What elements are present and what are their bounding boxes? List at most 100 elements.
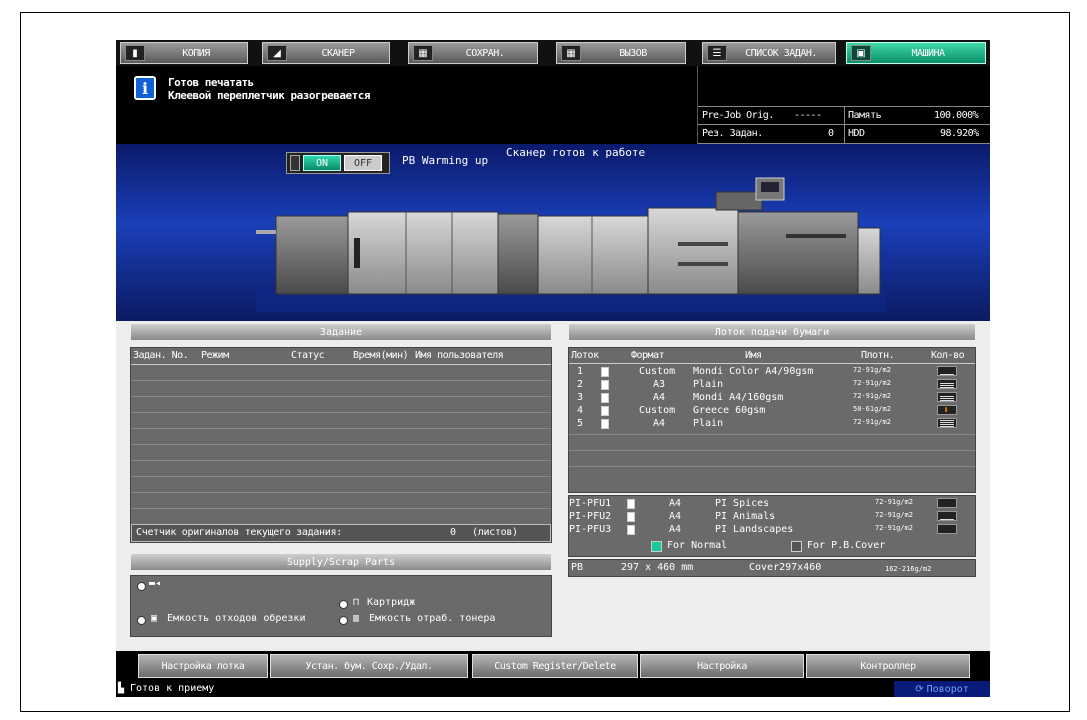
paper-register-button[interactable]: Устан. бум. Сохр./Удал. (270, 654, 468, 678)
recall-icon: ▦ (561, 45, 581, 61)
status-message-1: Готов печатать (168, 76, 254, 89)
tray-list[interactable]: Лоток Формат Имя Плотн. Кол-во 1 Custom … (568, 347, 976, 493)
tab-label: МАШИНА (911, 47, 945, 59)
tray-header-name: Имя (745, 350, 762, 361)
toner-waste-icon: ▥ (353, 613, 360, 624)
job-header-mode: Режим (201, 350, 229, 361)
status-message-2: Клеевой переплетчик разогревается (168, 89, 371, 102)
save-icon: ▦ (413, 45, 433, 61)
paper-icon (601, 380, 609, 390)
pi-units[interactable]: PI-PFU1 A4 PI Spices 72-91g/m2 PI-PFU2 A… (568, 495, 976, 557)
tab-label: КОПИЯ (182, 47, 210, 59)
paper-empty-icon: ⬇ (937, 405, 957, 416)
settings-button[interactable]: Настройка (640, 654, 804, 678)
status-dot (137, 616, 146, 625)
printer-status-icon: ▙ (118, 683, 125, 694)
pb-warmup-toggle: ON OFF (286, 152, 390, 174)
off-button[interactable]: OFF (344, 155, 382, 171)
tray-row-5[interactable]: 5 A4 Plain 72-91g/m2 (569, 418, 975, 430)
pb-warming-label: PB Warming up (402, 154, 489, 167)
prejob-value: ----- (794, 110, 822, 121)
hdd-label: HDD (848, 128, 865, 139)
job-list[interactable]: Задан. No. Режим Статус Время(мин) Имя п… (130, 347, 552, 543)
tab-label: ВЫЗОВ (619, 47, 647, 59)
tab-job-list[interactable]: ☰ СПИСОК ЗАДАН. (702, 42, 836, 64)
pb-label: PB (571, 562, 584, 573)
control-panel-screen: ▮ КОПИЯ ◢ СКАНЕР ▦ СОХРАН. ▦ ВЫЗОВ ☰ СПИ… (116, 40, 990, 697)
memory-label: Память (848, 110, 882, 121)
machine-icon: ▣ (851, 45, 871, 61)
controller-button[interactable]: Контроллер (806, 654, 970, 678)
message-area: i Готов печатать Клеевой переплетчик раз… (116, 66, 698, 144)
tab-recall[interactable]: ▦ ВЫЗОВ (556, 42, 686, 64)
counter-label: Счетчик оригиналов текущего задания: (136, 527, 342, 538)
job-header-user: Имя пользователя (415, 350, 504, 361)
rotate-label: Поворот (926, 683, 969, 695)
counter-unit: (листов) (472, 527, 518, 538)
pi-row-3[interactable]: PI-PFU3 A4 PI Landscapes 72-91g/m2 (569, 524, 975, 537)
status-dot (339, 600, 348, 609)
toner-waste-label: Емкость отраб. тонера (369, 613, 496, 624)
info-panel: Pre-Job Orig. ----- Рез. Задан. 0 Память… (698, 66, 990, 144)
tab-copy[interactable]: ▮ КОПИЯ (120, 42, 248, 64)
for-cover-checkbox[interactable] (791, 541, 802, 552)
stapler-icon: ▬◂ (149, 578, 162, 589)
pi-row-1[interactable]: PI-PFU1 A4 PI Spices 72-91g/m2 (569, 498, 975, 511)
tray-setting-button[interactable]: Настройка лотка (138, 654, 268, 678)
tray-header-no: Лоток (571, 350, 599, 361)
counter-value: 0 (450, 527, 456, 538)
pb-row[interactable]: PB 297 x 460 mm Cover297x460 162-216g/m2 (568, 559, 976, 577)
bottom-button-bar: Настройка лотка Устан. бум. Сохр./Удал. … (116, 652, 990, 680)
jobs-title: Задание (130, 323, 552, 341)
paper-icon (601, 419, 609, 429)
job-header-no: Задан. No. (133, 350, 189, 361)
tray-header-qty: Кол-во (931, 350, 965, 361)
for-normal-checkbox[interactable] (651, 541, 662, 552)
paper-icon (601, 367, 609, 377)
status-bar: ▙ Готов к приему ⟳ Поворот (116, 681, 990, 697)
trays-title: Лоток подачи бумаги (568, 323, 976, 341)
job-header-time: Время(мин) (353, 350, 409, 361)
level-indicator (937, 392, 957, 402)
pi-row-2[interactable]: PI-PFU2 A4 PI Animals 72-91g/m2 (569, 511, 975, 524)
for-normal-label: For Normal (667, 540, 728, 551)
custom-register-button[interactable]: Custom Register/Delete (472, 654, 638, 678)
paper-icon (601, 406, 609, 416)
level-indicator (937, 498, 957, 508)
level-indicator (937, 511, 957, 521)
reserved-jobs-label: Рез. Задан. (702, 128, 763, 139)
trim-waste-icon: ▣ (151, 613, 158, 624)
supply-panel: ▬◂ ⊓ Картридж ▣ Емкость отходов обрезки … (130, 575, 552, 637)
level-indicator (937, 524, 957, 534)
tray-row-1[interactable]: 1 Custom Mondi Color A4/90gsm 72-91g/m2 (569, 366, 975, 378)
tray-row-3[interactable]: 3 A4 Mondi A4/160gsm 72-91g/m2 (569, 392, 975, 404)
job-header-status: Статус (291, 350, 325, 361)
cartridge-icon: ⊓ (353, 597, 360, 608)
machine-banner: ON OFF PB Warming up Сканер готов к рабо… (116, 144, 990, 321)
tray-row-4[interactable]: 4 Custom Greece 60gsm 50-61g/m2 ⬇ (569, 405, 975, 417)
rotate-button[interactable]: ⟳ Поворот (894, 681, 990, 697)
scanner-icon: ◢ (267, 45, 287, 61)
tray-header-weight: Плотн. (861, 350, 895, 361)
hdd-value: 98.920% (940, 128, 979, 139)
original-counter: Счетчик оригиналов текущего задания: 0 (… (131, 524, 551, 542)
pb-size: 297 x 460 mm (621, 562, 694, 573)
paper-icon (627, 512, 635, 522)
tab-save[interactable]: ▦ СОХРАН. (408, 42, 538, 64)
tray-header-format: Формат (631, 350, 665, 361)
tray-row-2[interactable]: 2 A3 Plain 72-91g/m2 (569, 379, 975, 391)
status-dot (339, 616, 348, 625)
tab-scanner[interactable]: ◢ СКАНЕР (262, 42, 390, 64)
joblist-icon: ☰ (707, 45, 727, 61)
tab-machine[interactable]: ▣ МАШИНА (846, 42, 986, 64)
prejob-label: Pre-Job Orig. (702, 110, 774, 121)
machine-illustration[interactable] (256, 172, 886, 312)
status-dot (137, 582, 146, 591)
trim-waste-label: Емкость отходов обрезки (167, 613, 306, 624)
on-button[interactable]: ON (303, 155, 341, 171)
paper-icon (627, 525, 635, 535)
pb-cover: Cover297x460 (749, 562, 822, 573)
tab-label: СОХРАН. (465, 47, 505, 59)
level-indicator (937, 379, 957, 389)
tab-label: СПИСОК ЗАДАН. (745, 47, 817, 59)
